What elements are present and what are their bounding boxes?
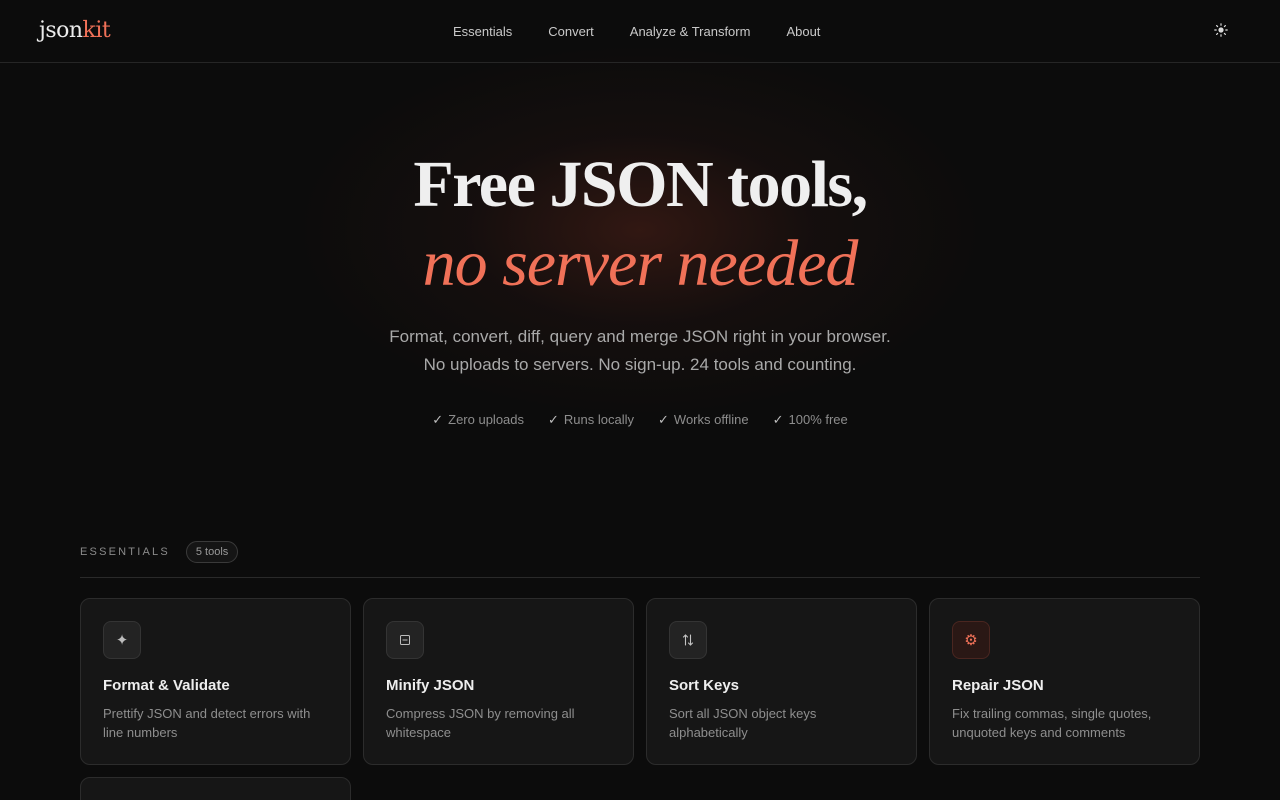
top-bar: jsonkit Essentials Convert Analyze & Tra…	[0, 0, 1280, 63]
logo-part-kit: kit	[82, 18, 111, 43]
tool-card-partial[interactable]	[80, 777, 351, 800]
nav-about[interactable]: About	[786, 23, 820, 41]
tool-count-badge: 5 tools	[185, 541, 239, 563]
tool-description: Fix trailing commas, single quotes, unqu…	[952, 706, 1152, 740]
hero-description: Format, convert, diff, query and merge J…	[0, 323, 1280, 379]
tool-card-sort-keys[interactable]: Sort Keys Sort all JSON object keys alph…	[646, 598, 917, 765]
hero-description-line-1: Format, convert, diff, query and merge J…	[389, 327, 891, 346]
hero-title: Free JSON tools,	[413, 148, 868, 221]
logo[interactable]: jsonkit	[39, 17, 111, 45]
check-icon: ✓	[432, 412, 444, 427]
logo-part-json: json	[39, 18, 83, 43]
tool-card-repair-json[interactable]: ⚙ Repair JSON Fix trailing commas, singl…	[929, 598, 1200, 765]
feature-zero-uploads: ✓ Zero uploads	[432, 412, 524, 428]
tool-title: Format & Validate	[103, 677, 230, 694]
section-label: ESSENTIALS	[80, 546, 170, 558]
feature-free: ✓ 100% free	[773, 412, 848, 428]
hero-subtitle: no server needed	[422, 227, 859, 300]
nav-analyze-transform[interactable]: Analyze & Transform	[630, 23, 751, 41]
tool-description: Prettify JSON and detect errors with lin…	[103, 706, 311, 740]
sort-icon	[669, 621, 707, 659]
nav-essentials[interactable]: Essentials	[453, 23, 512, 41]
tool-description: Sort all JSON object keys alphabetically	[669, 706, 817, 740]
check-icon: ✓	[658, 412, 669, 427]
sun-icon	[1214, 23, 1228, 37]
feature-works-offline: ✓ Works offline	[658, 412, 749, 428]
section-header-essentials: ESSENTIALS 5 tools	[80, 541, 239, 563]
main-nav: Essentials Convert Analyze & Transform A…	[453, 23, 820, 41]
feature-label: 100% free	[788, 412, 848, 427]
tool-card-format-validate[interactable]: ✦ Format & Validate Prettify JSON and de…	[80, 598, 351, 765]
compress-icon	[386, 621, 424, 659]
nav-convert[interactable]: Convert	[548, 23, 594, 41]
hero-description-line-2: No uploads to servers. No sign-up. 24 to…	[423, 355, 857, 374]
gear-icon: ⚙	[952, 621, 990, 659]
tool-title: Sort Keys	[669, 677, 740, 694]
tool-title: Repair JSON	[952, 677, 1044, 694]
feature-label: Works offline	[673, 412, 749, 427]
feature-label: Zero uploads	[448, 412, 525, 427]
feature-label: Runs locally	[563, 412, 635, 427]
sparkle-icon: ✦	[103, 621, 141, 659]
tool-card-minify-json[interactable]: Minify JSON Compress JSON by removing al…	[363, 598, 634, 765]
check-icon: ✓	[548, 412, 559, 427]
feature-runs-locally: ✓ Runs locally	[548, 412, 634, 428]
check-icon: ✓	[772, 412, 784, 427]
theme-toggle-button[interactable]	[1212, 21, 1230, 39]
tool-description: Compress JSON by removing all whitespace	[386, 706, 575, 740]
tool-grid: ✦ Format & Validate Prettify JSON and de…	[80, 598, 1200, 800]
feature-list: ✓ Zero uploads ✓ Runs locally ✓ Works offli…	[0, 412, 1280, 428]
tool-title: Minify JSON	[386, 677, 475, 694]
section-divider	[80, 577, 1200, 578]
